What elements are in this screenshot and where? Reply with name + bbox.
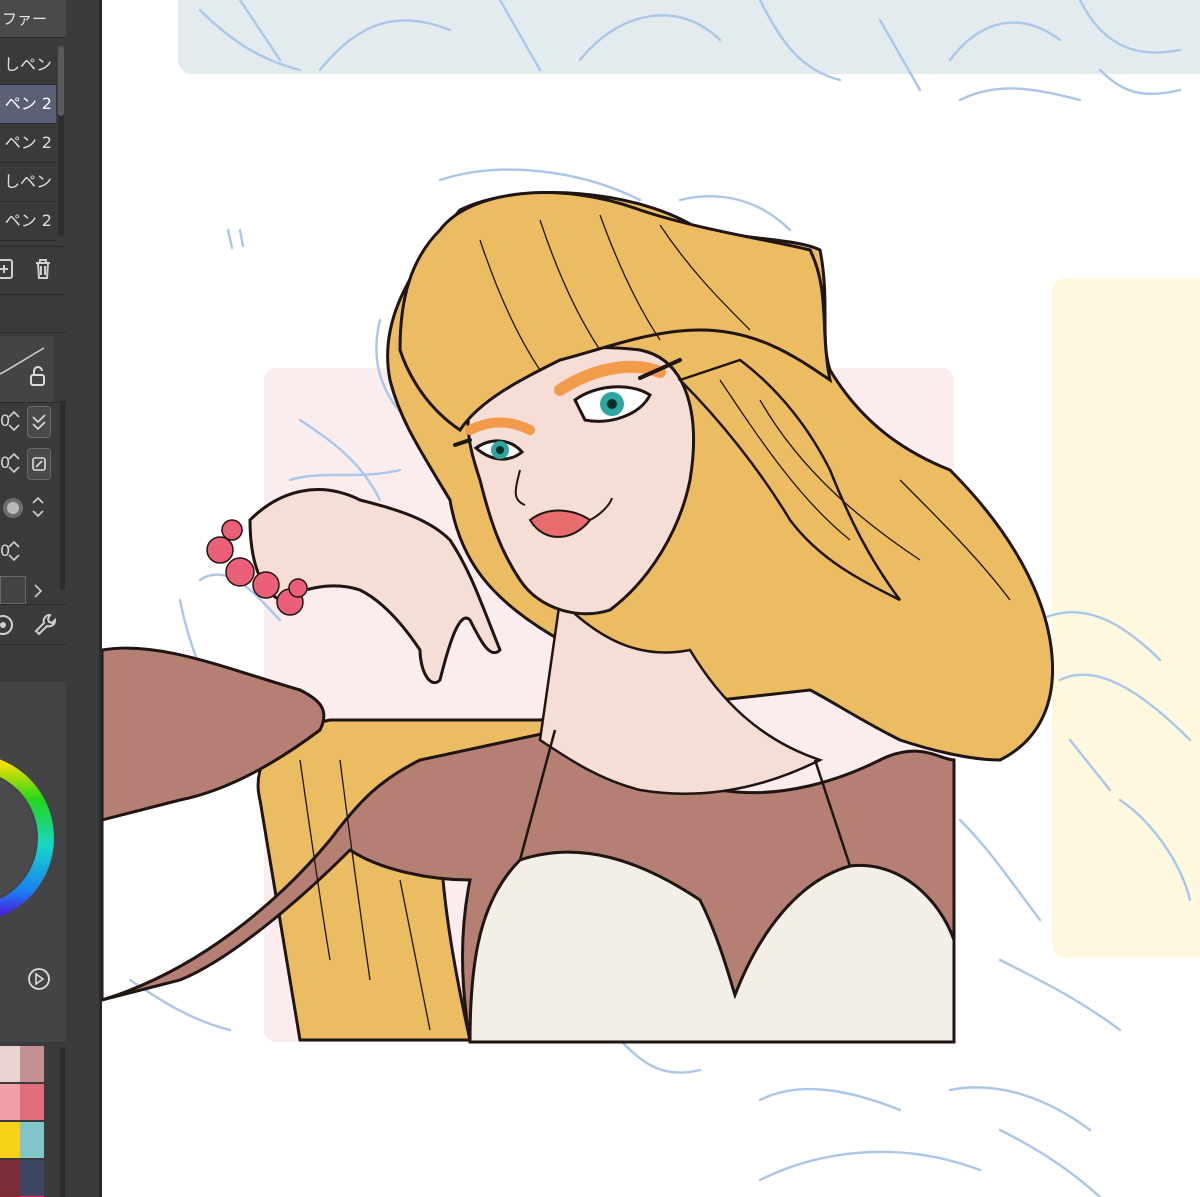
brush-item-label: しペン	[3, 172, 52, 191]
stepper-icon[interactable]	[6, 538, 22, 564]
play-icon[interactable]	[26, 966, 52, 992]
stepper-icon[interactable]	[30, 494, 46, 520]
palette-scrollbar[interactable]	[60, 1048, 65, 1197]
property-row[interactable]: 0	[0, 402, 60, 440]
wrench-icon[interactable]	[30, 610, 60, 640]
sub-tool-tab-label: ファー	[2, 10, 48, 28]
thumbnail-bar	[178, 0, 1200, 74]
check-stack-button[interactable]	[27, 406, 51, 438]
brush-item[interactable]: ペン 2	[0, 202, 56, 241]
check-stack-icon	[32, 414, 46, 431]
property-scrollbar[interactable]	[60, 400, 65, 590]
brush-item[interactable]: しペン	[0, 46, 56, 85]
tool-panel: ファー しペン ペン 2 ペン 2 しペン ペン 2 0 0 0	[0, 0, 102, 1197]
swatch[interactable]	[20, 1046, 44, 1082]
divider	[0, 332, 66, 333]
property-row[interactable]: 0	[0, 444, 60, 482]
trash-icon[interactable]	[28, 254, 58, 284]
divider	[0, 644, 66, 645]
sub-tool-tab[interactable]: ファー	[0, 0, 66, 38]
swatch[interactable]	[20, 1122, 44, 1158]
brush-item[interactable]: ペン 2	[0, 124, 56, 163]
slash-box-icon	[32, 457, 46, 471]
brush-density-icon	[3, 498, 23, 518]
divider	[0, 246, 66, 247]
brush-item-label: しペン	[3, 55, 52, 74]
property-slider[interactable]	[0, 576, 26, 604]
side-card	[1052, 278, 1200, 958]
pupil-right	[607, 399, 617, 409]
brush-list: しペン ペン 2 ペン 2 しペン ペン 2	[0, 46, 56, 241]
brush-list-scrollbar[interactable]	[58, 46, 64, 236]
lock-icon[interactable]	[26, 364, 50, 388]
divider	[0, 294, 66, 295]
brush-item-selected[interactable]: ペン 2	[0, 85, 56, 124]
property-row[interactable]: 0	[0, 532, 60, 570]
swatch[interactable]	[20, 1084, 44, 1120]
stepper-icon[interactable]	[6, 450, 22, 476]
brush-item-label: ペン 2	[4, 133, 52, 152]
brush-item-label: ペン 2	[4, 211, 52, 230]
slash-box-button[interactable]	[27, 448, 51, 480]
pupil-left	[496, 446, 504, 454]
property-row[interactable]	[0, 488, 60, 526]
swatch[interactable]	[20, 1160, 44, 1196]
duplicate-sub-tool-icon[interactable]	[0, 254, 20, 284]
brush-item-label: ペン 2	[4, 94, 52, 113]
scrollbar-thumb[interactable]	[58, 46, 64, 116]
brush-item[interactable]: しペン	[0, 163, 56, 202]
artwork	[102, 0, 1200, 1197]
drawing-canvas[interactable]	[102, 0, 1200, 1197]
chevron-right-icon[interactable]	[30, 582, 46, 600]
stepper-icon[interactable]	[6, 408, 22, 434]
settings-circle-icon[interactable]	[0, 610, 18, 640]
divider	[0, 604, 66, 605]
